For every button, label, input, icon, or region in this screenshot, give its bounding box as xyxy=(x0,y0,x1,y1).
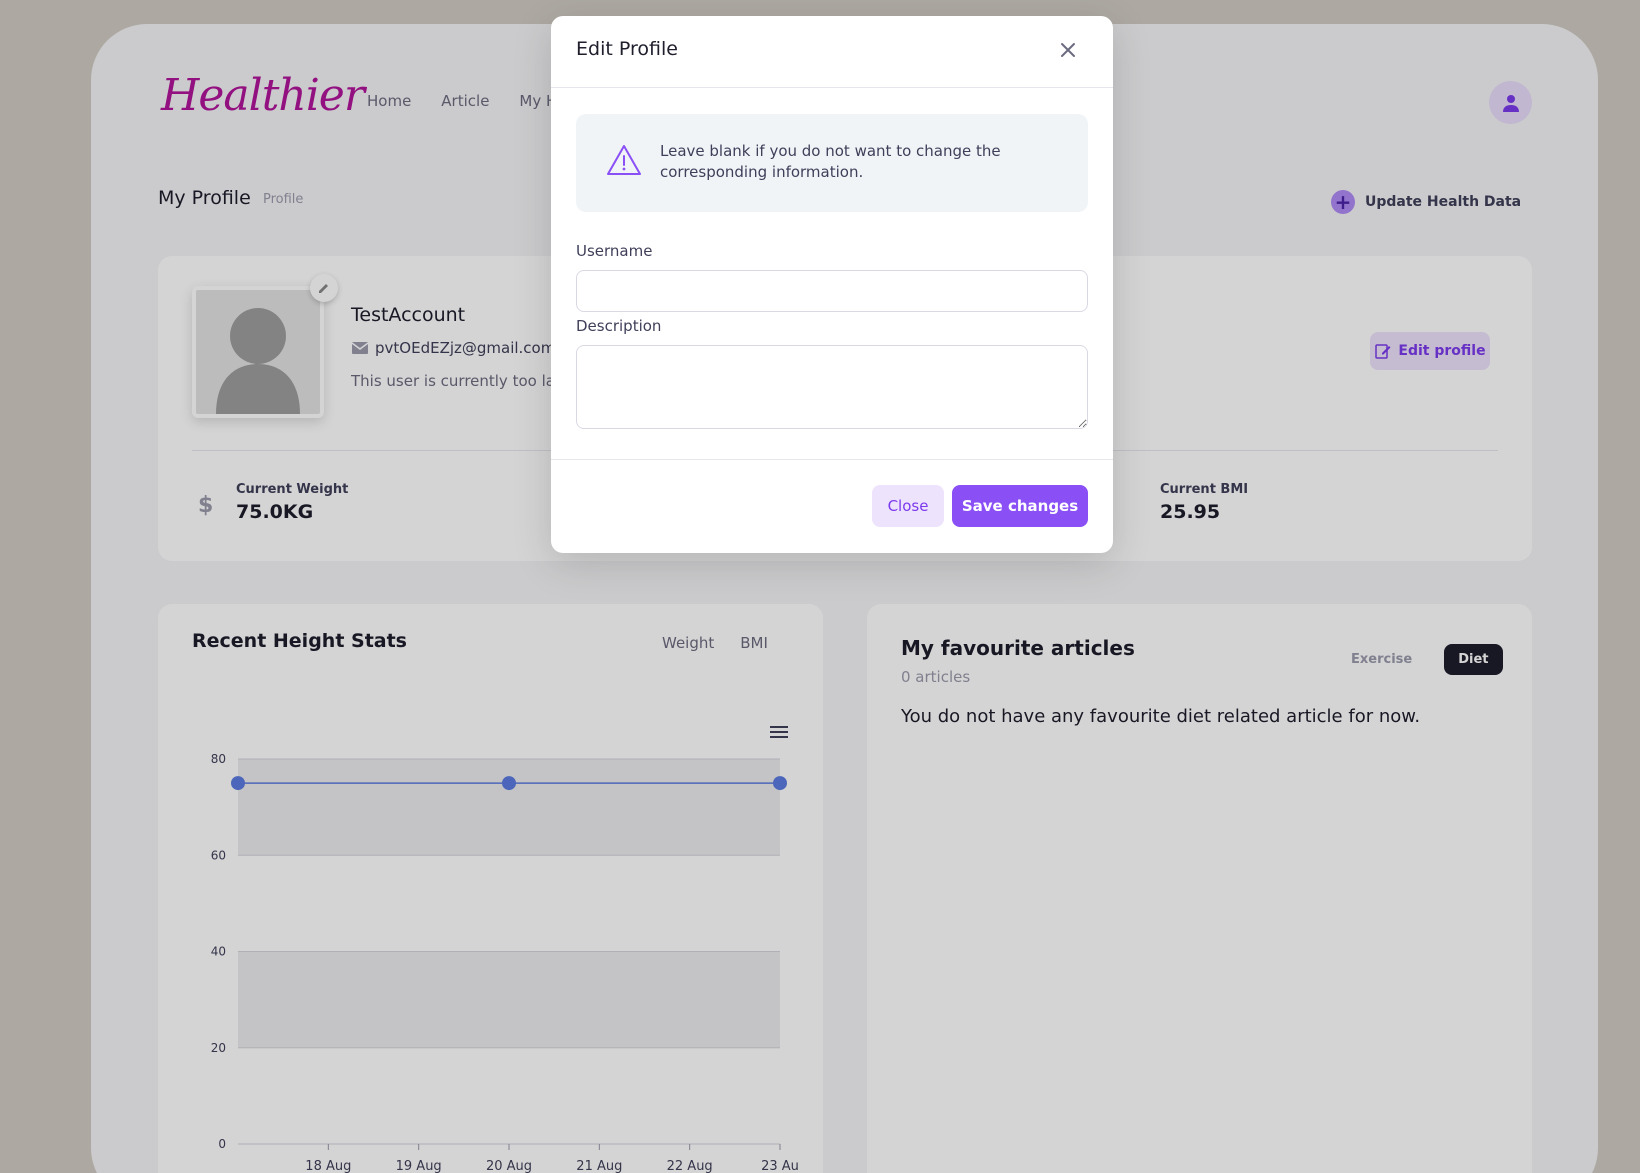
info-notice: Leave blank if you do not want to change… xyxy=(576,114,1088,212)
username-label: Username xyxy=(576,242,653,260)
modal-header: Edit Profile xyxy=(551,16,1113,88)
description-label: Description xyxy=(576,317,662,335)
modal-title: Edit Profile xyxy=(576,38,678,60)
close-button[interactable]: Close xyxy=(872,485,944,527)
description-textarea[interactable] xyxy=(576,345,1088,429)
notice-text: Leave blank if you do not want to change… xyxy=(660,142,1001,181)
close-icon[interactable] xyxy=(1056,38,1080,62)
save-changes-button[interactable]: Save changes xyxy=(952,485,1088,527)
modal-footer: Close Save changes xyxy=(551,459,1113,553)
edit-profile-modal: Edit Profile Leave blank if you do not w… xyxy=(551,16,1113,553)
username-input[interactable] xyxy=(576,270,1088,312)
warning-icon xyxy=(607,145,641,175)
